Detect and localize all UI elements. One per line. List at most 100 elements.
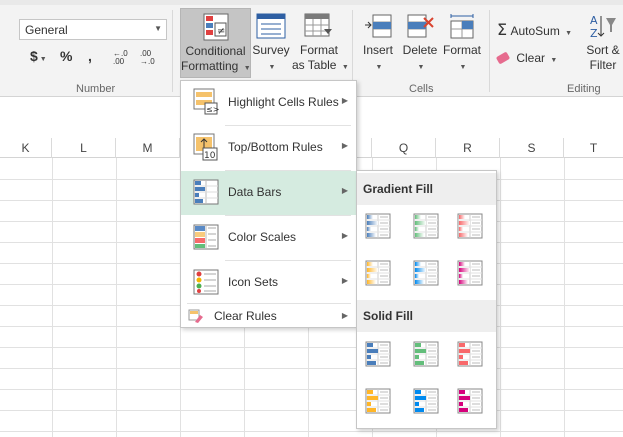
column-header-s[interactable]: S <box>500 138 564 158</box>
fat-label-line2: as Table <box>292 58 337 72</box>
insert-button[interactable]: Insert ▼ <box>358 8 398 75</box>
grid-row-line <box>0 389 623 390</box>
comma-label: , <box>88 48 92 64</box>
gradient-purple-data-bar-icon[interactable] <box>457 260 483 286</box>
svg-text:≠: ≠ <box>217 26 225 37</box>
percent-button[interactable]: % <box>60 48 72 64</box>
menu-item-icon-sets[interactable]: Icon Sets ▶ <box>181 261 356 305</box>
chevron-right-icon: ▶ <box>341 276 348 285</box>
menu-label: Icon Sets <box>228 275 279 289</box>
clear-label: Clear <box>516 51 546 65</box>
number-format-dropdown[interactable]: General ▼ <box>19 19 167 40</box>
cf-label-line1: Conditional <box>185 44 246 58</box>
chevron-right-icon: ▶ <box>341 186 348 195</box>
gradient-red-data-bar-icon[interactable] <box>457 213 483 239</box>
currency-button[interactable]: $ ▼ <box>30 48 47 64</box>
chevron-down-icon: ▼ <box>39 56 47 63</box>
survey-dropdown: ▼ <box>252 58 290 75</box>
editing-group-label: Editing <box>567 83 601 95</box>
grid-column-line <box>52 158 53 437</box>
highlight-cells-icon: ≤> <box>193 88 219 116</box>
data-bars-icon <box>193 178 219 206</box>
chevron-down-icon: ▼ <box>459 64 467 71</box>
format-dropdown: ▼ <box>442 58 482 75</box>
menu-label: Data Bars <box>228 185 282 199</box>
menu-item-top-bottom-rules[interactable]: 10 Top/Bottom Rules ▶ <box>181 126 356 170</box>
cf-label-line2-wrap: Formatting ▼ <box>181 59 251 76</box>
format-cells-icon <box>447 12 477 40</box>
chevron-down-icon: ▼ <box>268 64 276 71</box>
increase-decimal-button[interactable]: ←.0.00 <box>113 50 128 66</box>
clear-rules-icon <box>188 308 204 324</box>
insert-label: Insert <box>362 43 393 57</box>
svg-text:A: A <box>590 14 598 27</box>
solid-fill-heading: Solid Fill <box>357 300 496 332</box>
column-header-r[interactable]: R <box>436 138 500 158</box>
sort-filter-icon: A Z <box>588 12 618 40</box>
column-header-t[interactable]: T <box>564 138 623 158</box>
column-header-q[interactable]: Q <box>372 138 436 158</box>
grid-column-line <box>564 158 565 437</box>
survey-button[interactable]: Survey ▼ <box>252 8 290 75</box>
decrease-decimal-button[interactable]: .00 →.0 <box>140 50 155 66</box>
insert-cells-icon <box>363 12 393 40</box>
column-header-k[interactable]: K <box>0 138 52 158</box>
solid-green-data-bar-icon[interactable] <box>413 341 439 367</box>
delete-label: Delete <box>402 43 438 57</box>
format-label: Format <box>442 43 481 57</box>
menu-item-highlight-cells-rules[interactable]: ≤> Highlight Cells Rules ▶ <box>181 81 356 125</box>
format-as-table-icon <box>304 12 334 40</box>
solid-light-blue-data-bar-icon[interactable] <box>413 388 439 414</box>
chevron-right-icon: ▶ <box>341 231 348 240</box>
clear-button[interactable]: Clear ▼ <box>495 51 558 65</box>
menu-separator <box>187 303 351 304</box>
excel-window: General ▼ $▼ % , ←.0.00 .00→.0 Number <box>0 0 623 437</box>
menu-item-color-scales[interactable]: Color Scales ▶ <box>181 216 356 260</box>
format-cells-button[interactable]: Format ▼ <box>442 8 482 75</box>
column-header-l[interactable]: L <box>52 138 116 158</box>
chevron-down-icon: ▼ <box>341 64 349 71</box>
delete-button[interactable]: Delete ▼ <box>400 8 440 75</box>
format-as-table-button[interactable]: Format as Table ▼ <box>292 8 349 75</box>
sigma-icon: Σ <box>497 20 508 39</box>
top-bottom-icon: 10 <box>193 133 219 161</box>
currency-label: $ <box>30 48 38 64</box>
icon-sets-icon <box>193 268 219 296</box>
chevron-right-icon: ▶ <box>341 141 348 150</box>
delete-dropdown: ▼ <box>400 58 440 75</box>
solid-blue-data-bar-icon[interactable] <box>365 341 391 367</box>
grid-row-line <box>0 410 623 411</box>
gradient-green-data-bar-icon[interactable] <box>413 213 439 239</box>
chevron-down-icon: ▼ <box>154 24 162 33</box>
chevron-down-icon: ▼ <box>550 57 558 64</box>
grid-row-line <box>0 347 623 348</box>
number-format-value: General <box>25 23 68 37</box>
gradient-orange-data-bar-icon[interactable] <box>365 260 391 286</box>
gradient-light-blue-data-bar-icon[interactable] <box>413 260 439 286</box>
sort-label-line2: Filter <box>589 58 617 72</box>
delete-cells-icon <box>405 12 435 40</box>
data-bars-submenu: Gradient Fill Solid Fill <box>356 170 497 429</box>
group-divider <box>172 10 173 92</box>
sort-filter-button[interactable]: A Z Sort & Filter <box>584 8 622 73</box>
cf-label-line2: Formatting <box>181 59 239 73</box>
chevron-right-icon: ▶ <box>341 311 348 320</box>
comma-style-button[interactable]: , <box>88 48 92 64</box>
menu-item-data-bars[interactable]: Data Bars ▶ <box>181 171 356 215</box>
solid-red-data-bar-icon[interactable] <box>457 341 483 367</box>
color-scales-icon <box>193 223 219 251</box>
conditional-formatting-button[interactable]: ≠ Conditional Formatting ▼ <box>180 8 251 78</box>
solid-purple-data-bar-icon[interactable] <box>457 388 483 414</box>
column-header-m[interactable]: M <box>116 138 180 158</box>
autosum-button[interactable]: Σ AutoSum ▼ <box>497 20 572 39</box>
survey-label: Survey <box>252 43 290 57</box>
menu-label: Top/Bottom Rules <box>228 140 323 154</box>
gradient-blue-data-bar-icon[interactable] <box>365 213 391 239</box>
gradient-fill-heading: Gradient Fill <box>357 173 496 205</box>
menu-item-clear-rules[interactable]: Clear Rules ▶ <box>181 305 356 327</box>
svg-text:10: 10 <box>204 151 216 161</box>
percent-label: % <box>60 48 73 64</box>
solid-orange-data-bar-icon[interactable] <box>365 388 391 414</box>
survey-icon <box>256 12 286 40</box>
conditional-formatting-icon: ≠ <box>203 13 229 41</box>
